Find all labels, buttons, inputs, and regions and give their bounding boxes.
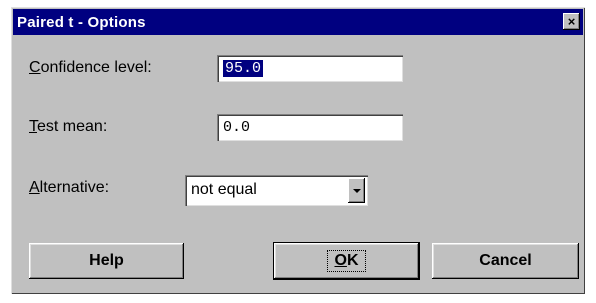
ok-button-label: OK [327, 250, 366, 272]
title-bar[interactable]: Paired t - Options × [13, 9, 583, 35]
confidence-level-input[interactable]: 95.0 [217, 55, 403, 82]
close-button[interactable]: × [563, 13, 580, 30]
alternative-value: not equal [191, 181, 257, 198]
test-mean-label: Test mean: [29, 118, 108, 135]
confidence-level-value: 95.0 [221, 59, 265, 78]
ok-button[interactable]: OK [274, 243, 419, 279]
help-button[interactable]: Help [29, 243, 184, 279]
close-icon[interactable]: × [568, 15, 576, 28]
alternative-select[interactable]: not equal [185, 175, 368, 206]
test-mean-value: 0.0 [223, 119, 251, 136]
test-mean-input[interactable]: 0.0 [217, 114, 403, 141]
chevron-down-icon [352, 188, 361, 193]
alternative-label: Alternative: [29, 179, 110, 196]
cancel-button[interactable]: Cancel [432, 243, 579, 279]
options-dialog: Paired t - Options × Confidence level: 9… [11, 7, 585, 294]
alternative-dropdown-button[interactable] [348, 178, 365, 203]
confidence-level-label: Confidence level: [29, 59, 152, 76]
window-title: Paired t - Options [17, 13, 146, 31]
